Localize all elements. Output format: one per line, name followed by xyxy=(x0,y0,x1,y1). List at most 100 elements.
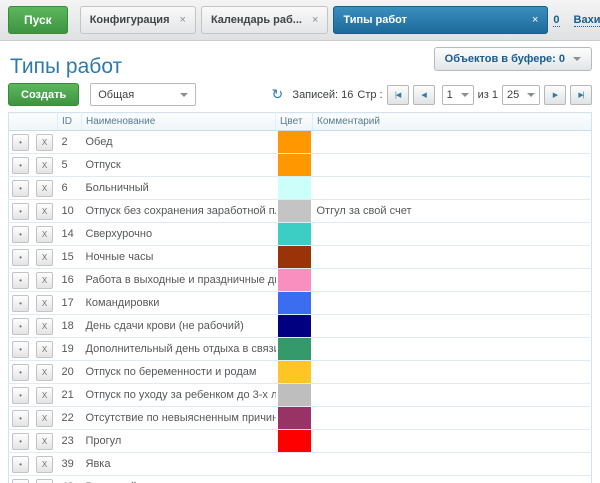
actions-cell: • X xyxy=(9,407,58,430)
comment-cell xyxy=(313,269,592,292)
color-swatch xyxy=(278,131,311,153)
last-page-button[interactable]: ▶| xyxy=(570,85,592,105)
first-page-button[interactable]: |◀ xyxy=(387,85,409,105)
edit-button[interactable]: • xyxy=(12,410,29,427)
table-row[interactable]: • X 39 Явка xyxy=(9,453,592,476)
tab-configuration[interactable]: Конфигурация × xyxy=(80,6,196,34)
page-size-combo[interactable]: 25 xyxy=(502,85,540,105)
edit-button[interactable]: • xyxy=(12,226,29,243)
color-swatch xyxy=(278,154,311,176)
delete-button[interactable]: X xyxy=(36,479,53,483)
edit-button[interactable]: • xyxy=(12,134,29,151)
next-page-icon: ▶ xyxy=(553,91,557,99)
edit-button[interactable]: • xyxy=(12,456,29,473)
next-page-button[interactable]: ▶ xyxy=(544,85,566,105)
table-row[interactable]: • X 10 Отпуск без сохранения заработной … xyxy=(9,200,592,223)
edit-button[interactable]: • xyxy=(12,479,29,483)
prev-page-button[interactable]: ◀ xyxy=(413,85,435,105)
user-name-link[interactable]: Вахитов Шамиль Уралович xyxy=(574,14,600,27)
actions-cell: • X xyxy=(9,131,58,154)
buffer-button-label: Объектов в буфере: 0 xyxy=(445,53,565,65)
delete-button[interactable]: X xyxy=(36,433,53,450)
delete-button[interactable]: X xyxy=(36,157,53,174)
tab-work-types[interactable]: Типы работ × xyxy=(333,6,548,34)
tab-calendar[interactable]: Календарь раб... × xyxy=(201,6,328,34)
page-number-combo[interactable]: 1 xyxy=(442,85,474,105)
table-row[interactable]: • X 19 Дополнительный день отдыха в связ… xyxy=(9,338,592,361)
delete-button[interactable]: X xyxy=(36,134,53,151)
create-button[interactable]: Создать xyxy=(8,83,79,106)
name-cell: Дополнительный день отдыха в связи со сд… xyxy=(82,338,276,361)
delete-button[interactable]: X xyxy=(36,364,53,381)
delete-button[interactable]: X xyxy=(36,341,53,358)
delete-button[interactable]: X xyxy=(36,387,53,404)
table-row[interactable]: • X 16 Работа в выходные и праздничные д… xyxy=(9,269,592,292)
work-types-table: ID Наименование Цвет Комментарий • X 2 О… xyxy=(8,112,592,483)
edit-button[interactable]: • xyxy=(12,318,29,335)
table-row[interactable]: • X 23 Прогул xyxy=(9,430,592,453)
table-row[interactable]: • X 2 Обед xyxy=(9,131,592,154)
table-row[interactable]: • X 22 Отсутствие по невыясненным причин… xyxy=(9,407,592,430)
table-row[interactable]: • X 20 Отпуск по беременности и родам xyxy=(9,361,592,384)
close-icon[interactable]: × xyxy=(532,15,538,26)
actions-cell: • X xyxy=(9,384,58,407)
edit-button[interactable]: • xyxy=(12,272,29,289)
name-cell: Выходной xyxy=(82,476,276,483)
color-cell xyxy=(276,315,313,338)
edit-button[interactable]: • xyxy=(12,364,29,381)
edit-button[interactable]: • xyxy=(12,157,29,174)
edit-button[interactable]: • xyxy=(12,249,29,266)
actions-cell: • X xyxy=(9,246,58,269)
edit-button[interactable]: • xyxy=(12,180,29,197)
comment-cell xyxy=(313,292,592,315)
id-cell: 19 xyxy=(58,338,82,361)
id-cell: 5 xyxy=(58,154,82,177)
table-row[interactable]: • X 15 Ночные часы xyxy=(9,246,592,269)
refresh-button[interactable]: ↻ xyxy=(266,85,288,105)
id-cell: 15 xyxy=(58,246,82,269)
delete-button[interactable]: X xyxy=(36,295,53,312)
table-row[interactable]: • X 14 Сверхурочно xyxy=(9,223,592,246)
delete-button[interactable]: X xyxy=(36,180,53,197)
delete-button[interactable]: X xyxy=(36,203,53,220)
delete-button[interactable]: X xyxy=(36,226,53,243)
actions-cell: • X xyxy=(9,154,58,177)
table-row[interactable]: • X 21 Отпуск по уходу за ребенком до 3-… xyxy=(9,384,592,407)
comment-cell xyxy=(313,453,592,476)
column-header-id: ID xyxy=(58,113,82,131)
id-cell: 2 xyxy=(58,131,82,154)
column-header-actions xyxy=(9,113,58,131)
close-icon[interactable]: × xyxy=(312,15,318,26)
edit-button[interactable]: • xyxy=(12,341,29,358)
color-swatch xyxy=(278,223,311,245)
close-icon[interactable]: × xyxy=(180,15,186,26)
table-row[interactable]: • X 18 День сдачи крови (не рабочий) xyxy=(9,315,592,338)
color-swatch xyxy=(278,338,311,360)
table-row[interactable]: • X 17 Командировки xyxy=(9,292,592,315)
table-row[interactable]: • X 42 Выходной xyxy=(9,476,592,483)
edit-button[interactable]: • xyxy=(12,387,29,404)
id-cell: 21 xyxy=(58,384,82,407)
color-cell xyxy=(276,223,313,246)
id-cell: 39 xyxy=(58,453,82,476)
notifications-counter-link[interactable]: 0 xyxy=(553,14,559,27)
actions-cell: • X xyxy=(9,430,58,453)
delete-button[interactable]: X xyxy=(36,318,53,335)
page-title: Типы работ xyxy=(10,55,122,79)
filter-select[interactable]: Общая xyxy=(90,83,196,106)
edit-button[interactable]: • xyxy=(12,203,29,220)
color-cell xyxy=(276,407,313,430)
start-button[interactable]: Пуск xyxy=(8,6,68,34)
page-size-value: 25 xyxy=(507,89,519,101)
delete-button[interactable]: X xyxy=(36,410,53,427)
delete-button[interactable]: X xyxy=(36,456,53,473)
buffer-button[interactable]: Объектов в буфере: 0 xyxy=(434,47,592,71)
comment-cell xyxy=(313,430,592,453)
table-row[interactable]: • X 5 Отпуск xyxy=(9,154,592,177)
edit-button[interactable]: • xyxy=(12,433,29,450)
table-row[interactable]: • X 6 Больничный xyxy=(9,177,592,200)
delete-button[interactable]: X xyxy=(36,249,53,266)
id-cell: 18 xyxy=(58,315,82,338)
edit-button[interactable]: • xyxy=(12,295,29,312)
delete-button[interactable]: X xyxy=(36,272,53,289)
